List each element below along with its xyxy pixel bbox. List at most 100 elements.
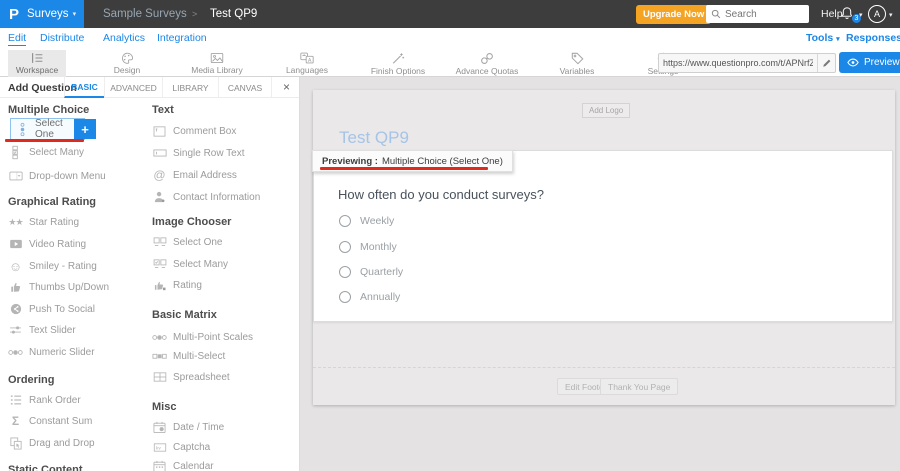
question-type-numeric-slider[interactable]: Numeric Slider — [8, 342, 95, 362]
search-input[interactable] — [725, 9, 805, 20]
toolbar-design[interactable]: Design — [83, 50, 171, 77]
image-select-one-icon — [152, 237, 167, 248]
answer-option-monthly[interactable]: Monthly — [339, 241, 397, 253]
toolbar-workspace[interactable]: Workspace — [8, 50, 66, 77]
breadcrumb-parent[interactable]: Sample Surveys — [103, 0, 187, 28]
question-type-comment-box[interactable]: Comment Box — [152, 121, 236, 141]
toolbar-advance-quotas[interactable]: Advance Quotas — [443, 50, 531, 77]
add-logo-button[interactable]: Add Logo — [582, 103, 630, 118]
question-type-image-rating[interactable]: Rating — [152, 275, 202, 295]
nav-tab-analytics[interactable]: Analytics — [103, 32, 145, 44]
spreadsheet-icon — [152, 372, 167, 382]
answer-option-annually[interactable]: Annually — [339, 291, 400, 303]
section-misc: Misc — [152, 401, 176, 413]
preview-button[interactable]: Preview — [839, 52, 900, 73]
add-question-header: Add Question BASIC ADVANCED LIBRARY CANV… — [0, 77, 299, 98]
item-label: Comment Box — [173, 126, 236, 137]
question-type-select-one[interactable]: Select One + — [10, 118, 85, 140]
edit-url-pencil-icon[interactable] — [817, 54, 835, 72]
radio-button-icon[interactable] — [339, 291, 351, 303]
item-label: Multi-Point Scales — [173, 332, 253, 343]
comment-box-icon — [152, 126, 167, 137]
item-label: Text Slider — [29, 325, 76, 336]
question-type-date-time[interactable]: Date / Time — [152, 417, 224, 437]
question-type-thumbs-up-down[interactable]: Thumbs Up/Down — [8, 277, 109, 297]
answer-option-quarterly[interactable]: Quarterly — [339, 266, 403, 278]
captcha-icon: kv — [152, 443, 167, 452]
question-type-video-rating[interactable]: Video Rating — [8, 234, 86, 254]
question-type-calendar[interactable]: Calendar — [152, 456, 214, 471]
question-type-smiley-rating[interactable]: ☺ Smiley - Rating — [8, 256, 97, 276]
item-label: Drag and Drop — [29, 438, 95, 449]
checkbox-list-icon — [8, 145, 23, 160]
translate-icon: A — [300, 52, 314, 64]
responses-count-link[interactable]: Responses: 0 — [846, 32, 900, 44]
tools-menu[interactable]: Tools ▾ — [806, 32, 840, 44]
toolbar-label: Advance Quotas — [456, 66, 519, 76]
toolbar-languages[interactable]: A Languages — [263, 50, 351, 77]
upgrade-now-button[interactable]: Upgrade Now — [636, 5, 711, 24]
question-type-rank-order[interactable]: Rank Order — [8, 390, 81, 410]
tab-advanced[interactable]: ADVANCED — [104, 77, 162, 98]
tab-library[interactable]: LIBRARY — [162, 77, 218, 98]
item-label: Rating — [173, 280, 202, 291]
question-type-constant-sum[interactable]: Σ Constant Sum — [8, 411, 92, 431]
item-label: Calendar — [173, 461, 214, 471]
survey-url-input[interactable] — [659, 58, 817, 68]
global-search[interactable] — [706, 5, 809, 23]
question-type-image-select-one[interactable]: Select One — [152, 232, 222, 252]
close-icon[interactable]: × — [283, 80, 290, 94]
question-type-contact-information[interactable]: Contact Information — [152, 187, 260, 207]
question-type-email-address[interactable]: @ Email Address — [152, 165, 237, 185]
question-type-star-rating[interactable]: ★★ Star Rating — [8, 212, 79, 232]
item-label: Select One — [173, 237, 222, 248]
toolbar-label: Finish Options — [371, 66, 425, 76]
toolbar-variables[interactable]: Variables — [533, 50, 621, 77]
toolbar-media-library[interactable]: Media Library — [173, 50, 261, 77]
tab-canvas[interactable]: CANVAS — [218, 77, 272, 98]
eye-icon — [847, 58, 859, 67]
annotation-underline-previewing — [320, 167, 488, 170]
tab-basic[interactable]: BASIC — [64, 77, 104, 98]
questionpro-app: P Surveys▾ Sample Surveys > Test QP9 Upg… — [0, 0, 900, 471]
account-chevron-icon[interactable]: ▾ — [889, 11, 893, 19]
question-type-captcha[interactable]: kv Captcha — [152, 437, 210, 457]
item-label: Email Address — [173, 170, 237, 181]
item-label: Select Many — [173, 259, 228, 270]
question-type-image-select-many[interactable]: Select Many — [152, 254, 228, 274]
notifications-chevron-icon[interactable]: ▾ — [859, 11, 863, 19]
thumbs-up-icon — [8, 281, 23, 293]
nav-tab-distribute[interactable]: Distribute — [40, 32, 84, 44]
question-type-dropdown-menu[interactable]: Drop-down Menu — [8, 166, 106, 186]
question-type-spreadsheet[interactable]: Spreadsheet — [152, 367, 230, 387]
question-type-push-to-social[interactable]: Push To Social — [8, 299, 95, 319]
item-label: Video Rating — [29, 239, 86, 250]
thank-you-page-button[interactable]: Thank You Page — [600, 378, 678, 395]
avatar[interactable]: A — [868, 5, 886, 23]
question-type-text-slider[interactable]: Text Slider — [8, 320, 76, 340]
radio-button-icon[interactable] — [339, 241, 351, 253]
question-type-drag-and-drop[interactable]: Drag and Drop — [8, 433, 95, 453]
toolbar-finish-options[interactable]: Finish Options — [354, 50, 442, 77]
nav-tab-edit[interactable]: Edit — [8, 32, 26, 46]
radio-button-icon[interactable] — [339, 266, 351, 278]
question-type-select-many[interactable]: Select Many — [8, 142, 84, 162]
nav-tab-integration[interactable]: Integration — [157, 32, 207, 44]
question-text[interactable]: How often do you conduct surveys? — [338, 187, 544, 202]
dropdown-icon — [8, 171, 23, 181]
question-type-multi-point-scales[interactable]: Multi-Point Scales — [152, 327, 253, 347]
annotation-underline-select-one — [5, 139, 84, 142]
magic-wand-icon — [391, 52, 405, 65]
surveys-product-menu[interactable]: P Surveys▾ — [0, 0, 84, 28]
toolbar-label: Workspace — [16, 65, 58, 75]
question-type-single-row-text[interactable]: Single Row Text — [152, 143, 245, 163]
radio-button-icon[interactable] — [339, 215, 351, 227]
single-row-text-icon — [152, 149, 167, 157]
add-question-plus-button[interactable]: + — [74, 119, 96, 139]
survey-title[interactable]: Test QP9 — [339, 128, 409, 148]
answer-option-weekly[interactable]: Weekly — [339, 215, 394, 227]
question-type-multi-select[interactable]: Multi-Select — [152, 346, 225, 366]
section-static-content: Static Content — [8, 464, 83, 471]
workspace-icon — [31, 52, 44, 64]
item-label: Push To Social — [29, 304, 95, 315]
